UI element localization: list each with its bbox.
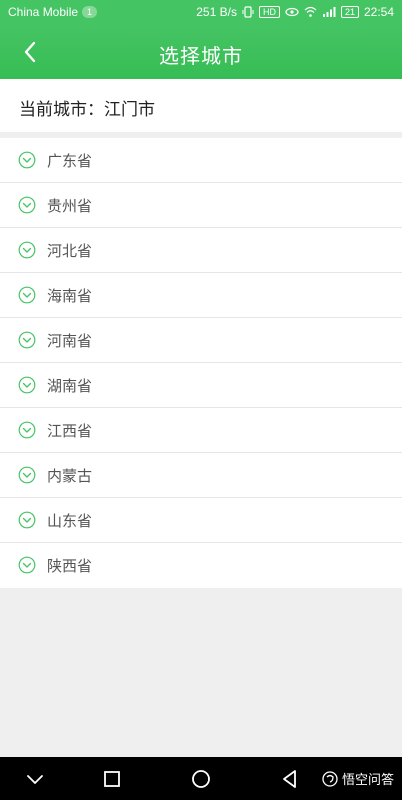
current-city-label: 当前城市：江门市 [19, 100, 155, 120]
province-label: 贵州省 [47, 196, 93, 215]
chevron-down-circle-icon [18, 331, 36, 349]
back-triangle-icon[interactable] [279, 768, 301, 790]
watermark: 悟空问答 [322, 769, 394, 788]
chevron-down-circle-icon [18, 466, 36, 484]
clock: 22:54 [363, 5, 394, 19]
vibrate-icon [242, 6, 254, 18]
chevron-down-circle-icon [18, 421, 36, 439]
chevron-down-circle-icon [18, 286, 36, 304]
collapse-chevron-icon[interactable] [24, 768, 46, 790]
recent-apps-icon[interactable] [101, 768, 123, 790]
province-item[interactable]: 山东省 [0, 498, 402, 543]
wifi-icon [304, 6, 317, 17]
province-item[interactable]: 贵州省 [0, 183, 402, 228]
watermark-text: 悟空问答 [341, 773, 394, 788]
eye-icon [285, 7, 299, 17]
carrier-name: China Mobile [8, 5, 79, 19]
battery-level: 21 [340, 6, 359, 18]
province-label: 河北省 [47, 241, 93, 260]
province-label: 山东省 [47, 511, 93, 530]
home-icon[interactable] [190, 768, 212, 790]
current-city-bar: 当前城市：江门市 [0, 79, 402, 132]
chevron-down-circle-icon [18, 511, 36, 529]
carrier-info: China Mobile 1 [8, 5, 98, 19]
province-label: 陕西省 [47, 557, 93, 575]
province-list: 广东省贵州省河北省海南省河南省湖南省江西省内蒙古山东省陕西省 [0, 138, 402, 588]
navigation-bar: 悟空问答 [0, 757, 402, 800]
status-bar: China Mobile 1 251 B/s HD 21 22:54 [0, 0, 402, 24]
wukong-logo-icon [322, 770, 338, 787]
province-item[interactable]: 湖南省 [0, 363, 402, 408]
province-item[interactable]: 陕西省 [0, 543, 402, 588]
chevron-down-circle-icon [18, 376, 36, 394]
province-item[interactable]: 海南省 [0, 273, 402, 318]
status-icons: 251 B/s HD 21 22:54 [196, 5, 394, 19]
province-label: 海南省 [47, 286, 93, 305]
province-item[interactable]: 河南省 [0, 318, 402, 363]
province-item[interactable]: 内蒙古 [0, 453, 402, 498]
province-item[interactable]: 广东省 [0, 138, 402, 183]
signal-icon [322, 7, 336, 17]
province-label: 河南省 [47, 331, 93, 350]
province-label: 内蒙古 [47, 466, 93, 485]
chevron-down-circle-icon [18, 556, 36, 574]
net-speed: 251 B/s [196, 5, 237, 19]
chevron-down-circle-icon [18, 196, 36, 214]
screen: China Mobile 1 251 B/s HD 21 22:54 选择城市 … [0, 0, 402, 800]
chevron-down-circle-icon [18, 151, 36, 169]
hd-badge: HD [258, 6, 280, 18]
sim-badge: 1 [82, 6, 98, 18]
province-label: 江西省 [47, 421, 93, 440]
province-label: 湖南省 [47, 376, 93, 395]
province-item[interactable]: 江西省 [0, 408, 402, 453]
title-bar: 选择城市 [0, 24, 402, 79]
province-label: 广东省 [47, 151, 93, 170]
province-item[interactable]: 河北省 [0, 228, 402, 273]
chevron-down-circle-icon [18, 241, 36, 259]
page-title: 选择城市 [159, 44, 243, 68]
